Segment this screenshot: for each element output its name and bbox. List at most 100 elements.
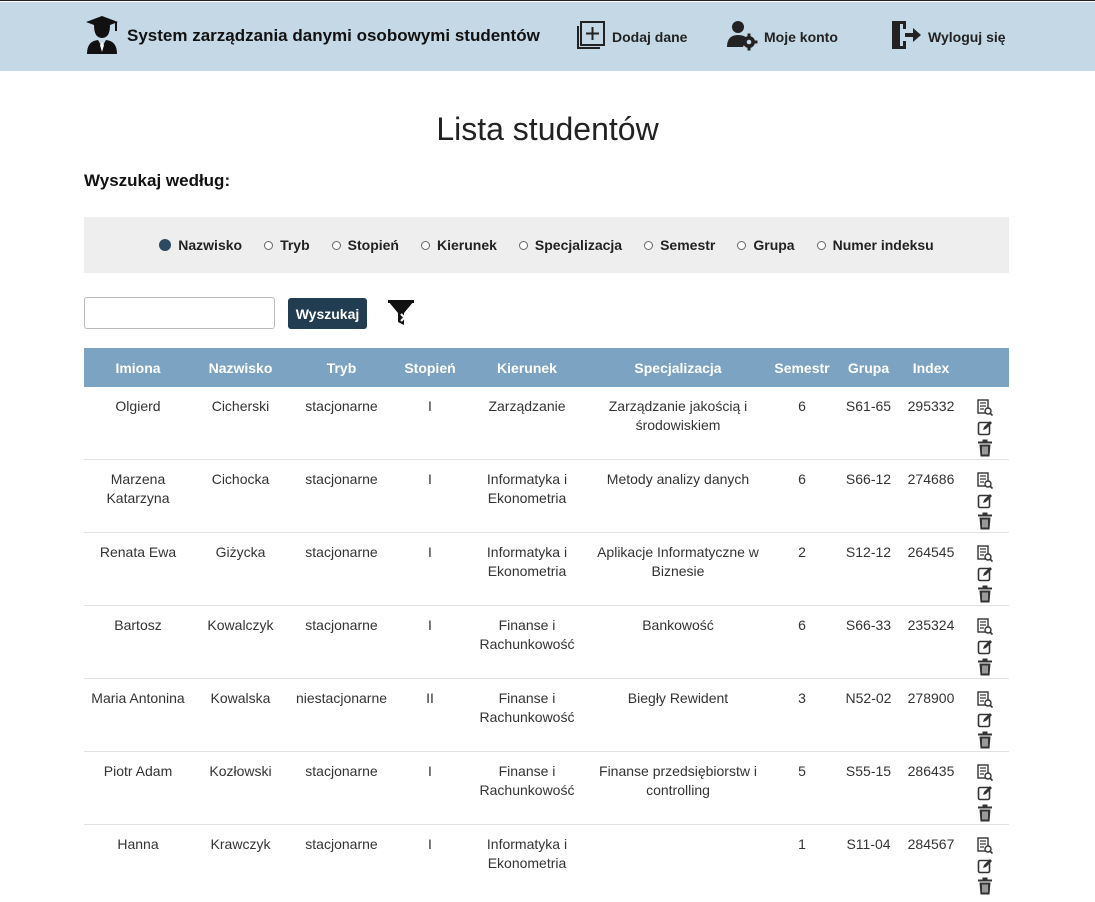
page-title: Lista studentów [436,111,659,147]
search-criteria-panel: Nazwisko Tryb Stopień Kierunek Specjalizacja… [84,217,1009,273]
cell-kierunek: Finanse i Rachunkowość [466,605,588,679]
view-details-icon[interactable] [977,399,993,419]
view-details-icon[interactable] [977,472,993,492]
table-row: Hanna Krawczyk stacjonarne I Informatyka i E… [84,825,1009,898]
my-account-label: Moje konto [764,29,838,45]
search-button[interactable]: Wyszukaj [288,298,367,329]
radio-button[interactable] [518,240,528,250]
cell-kierunek: Informatyka i Ekonometria [486,836,568,871]
cell-specjalizacja: Biegły Rewident [588,678,768,752]
radio-option[interactable]: Kierunek [421,237,497,253]
cell-grupa: S66-12 [836,459,901,533]
cell-tryb: stacjonarne [289,459,394,533]
add-square-icon [576,20,606,55]
radio-button[interactable] [816,240,826,250]
trash-icon[interactable] [977,512,993,532]
cell-nazwisko: Kowalska [192,678,289,752]
cell-nazwisko: Kowalczyk [192,605,289,679]
cell-tryb: stacjonarne [305,836,378,852]
radio-label: Nazwisko [178,237,243,253]
view-details-icon[interactable] [977,764,993,784]
trash-icon[interactable] [977,658,993,678]
table-row: Piotr Adam Kozłowski stacjonarne I Finanse i… [84,751,1009,825]
search-by-label: Wyszukaj według: [84,171,231,190]
view-details-icon[interactable] [977,545,993,565]
cell-tryb: niestacjonarne [289,678,394,752]
trash-icon[interactable] [977,439,993,459]
radio-option[interactable]: Numer indeksu [816,237,934,253]
cell-actions [961,532,1009,606]
edit-icon[interactable] [977,784,993,804]
brand[interactable]: System zarządzania danymi osobowymi stud… [85,15,540,56]
cell-imiona: Hanna [117,836,159,852]
cell-stopien: I [394,459,466,533]
edit-icon[interactable] [977,711,993,731]
row-actions [965,835,1005,897]
radio-option[interactable]: Semestr [644,237,715,253]
table-row: Maria Antonina Kowalska niestacjonarne II Fi… [84,678,1009,752]
column-header: Grupa [836,348,901,387]
row-actions [965,762,1005,824]
cell-imiona: Marzena Katarzyna [84,459,192,533]
cell-semestr: 6 [768,387,836,460]
my-account-link[interactable]: Moje konto [726,19,838,55]
cell-specjalizacja: Zarządzanie jakością i środowiskiem [588,387,768,460]
trash-icon[interactable] [977,804,993,824]
cell-stopien: I [394,751,466,825]
radio-label: Grupa [753,237,795,253]
cell-stopien: I [394,387,466,460]
cell-actions [961,678,1009,752]
cell-actions [961,751,1009,825]
cell-nazwisko: Krawczyk [210,836,271,852]
radio-label: Semestr [660,237,716,253]
radio-button[interactable] [737,240,747,250]
view-details-icon[interactable] [977,691,993,711]
radio-label: Tryb [280,237,310,253]
column-header [961,348,1009,387]
cell-grupa: S12-12 [836,532,901,606]
cell-tryb: stacjonarne [289,387,394,460]
cell-specjalizacja [588,825,768,898]
radio-option[interactable]: Grupa [737,237,795,253]
edit-icon[interactable] [977,565,993,585]
cell-semestr: 5 [768,751,836,825]
trash-icon[interactable] [977,585,993,605]
radio-button[interactable] [331,240,341,250]
row-actions [965,470,1005,532]
radio-option[interactable]: Nazwisko [159,237,242,253]
cell-nazwisko: Cichocka [192,459,289,533]
column-header: Index [901,348,961,387]
filter-clear-icon[interactable] [386,297,416,329]
radio-option[interactable]: Tryb [264,237,310,253]
radio-button[interactable] [159,239,172,251]
cell-kierunek: Finanse i Rachunkowość [466,678,588,752]
trash-icon[interactable] [977,731,993,751]
cell-actions [961,459,1009,533]
top-navbar: System zarządzania danymi osobowymi stud… [0,2,1095,71]
add-data-link[interactable]: Dodaj dane [576,19,687,55]
cell-grupa: N52-02 [836,678,901,752]
edit-icon[interactable] [977,419,993,439]
radio-button[interactable] [644,240,654,250]
radio-button[interactable] [421,240,430,250]
view-details-icon[interactable] [977,618,993,638]
cell-grupa: S11-04 [846,836,891,852]
edit-icon[interactable] [977,857,993,877]
radio-label: Stopień [347,237,399,253]
cell-semestr: 6 [768,459,836,533]
cell-index: 264545 [901,532,961,606]
cell-tryb: stacjonarne [289,751,394,825]
logout-link[interactable]: Wyloguj się [890,19,1006,55]
search-input[interactable] [84,297,275,329]
cell-imiona: Olgierd [84,387,192,460]
cell-tryb: stacjonarne [289,532,394,606]
trash-icon[interactable] [977,877,993,897]
table-row: Marzena Katarzyna Cichocka stacjonarne I Inf… [84,459,1009,533]
edit-icon[interactable] [977,492,993,512]
cell-actions [961,825,1009,898]
edit-icon[interactable] [977,638,993,658]
radio-option[interactable]: Specjalizacja [518,237,622,253]
view-details-icon[interactable] [977,837,993,857]
radio-button[interactable] [264,240,274,250]
radio-option[interactable]: Stopień [331,237,399,253]
